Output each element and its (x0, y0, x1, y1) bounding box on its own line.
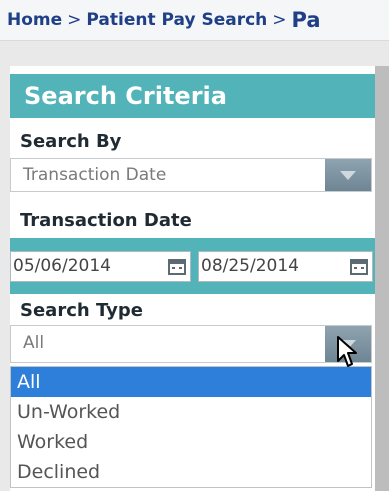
breadcrumb-separator: > (67, 10, 82, 30)
calendar-icon[interactable] (350, 259, 368, 275)
date-from-input[interactable]: 05/06/2014 (10, 251, 191, 282)
breadcrumb-separator: > (272, 10, 287, 30)
search-type-option-declined[interactable]: Declined (11, 457, 371, 487)
search-type-option-worked[interactable]: Worked (11, 427, 371, 457)
search-criteria-header: Search Criteria (10, 74, 375, 118)
date-to-input[interactable]: 08/25/2014 (198, 251, 373, 282)
search-by-value: Transaction Date (23, 165, 167, 185)
breadcrumb: Home > Patient Pay Search > Pa (0, 0, 389, 41)
search-by-select[interactable]: Transaction Date (10, 158, 372, 192)
transaction-date-range: 05/06/2014 08/25/2014 (10, 238, 375, 294)
breadcrumb-current-page: Pa (291, 8, 321, 32)
mouse-cursor-icon (337, 336, 357, 367)
search-type-option-un-worked[interactable]: Un-Worked (11, 397, 371, 427)
search-type-label: Search Type (20, 300, 143, 321)
date-to-value: 08/25/2014 (201, 256, 299, 276)
search-by-label: Search By (20, 131, 122, 152)
breadcrumb-home-link[interactable]: Home (7, 10, 62, 30)
date-from-value: 05/06/2014 (13, 256, 111, 276)
transaction-date-label: Transaction Date (20, 210, 192, 231)
calendar-icon[interactable] (168, 259, 186, 275)
search-by-dropdown-button[interactable] (325, 159, 371, 191)
search-type-value: All (23, 333, 45, 353)
search-type-options-list: All Un-Worked Worked Declined (10, 366, 372, 488)
chevron-down-icon (340, 171, 356, 180)
content-divider (375, 66, 389, 491)
search-type-select[interactable]: All (10, 325, 372, 363)
breadcrumb-patient-pay-search-link[interactable]: Patient Pay Search (86, 10, 267, 30)
search-type-option-all[interactable]: All (11, 367, 371, 397)
